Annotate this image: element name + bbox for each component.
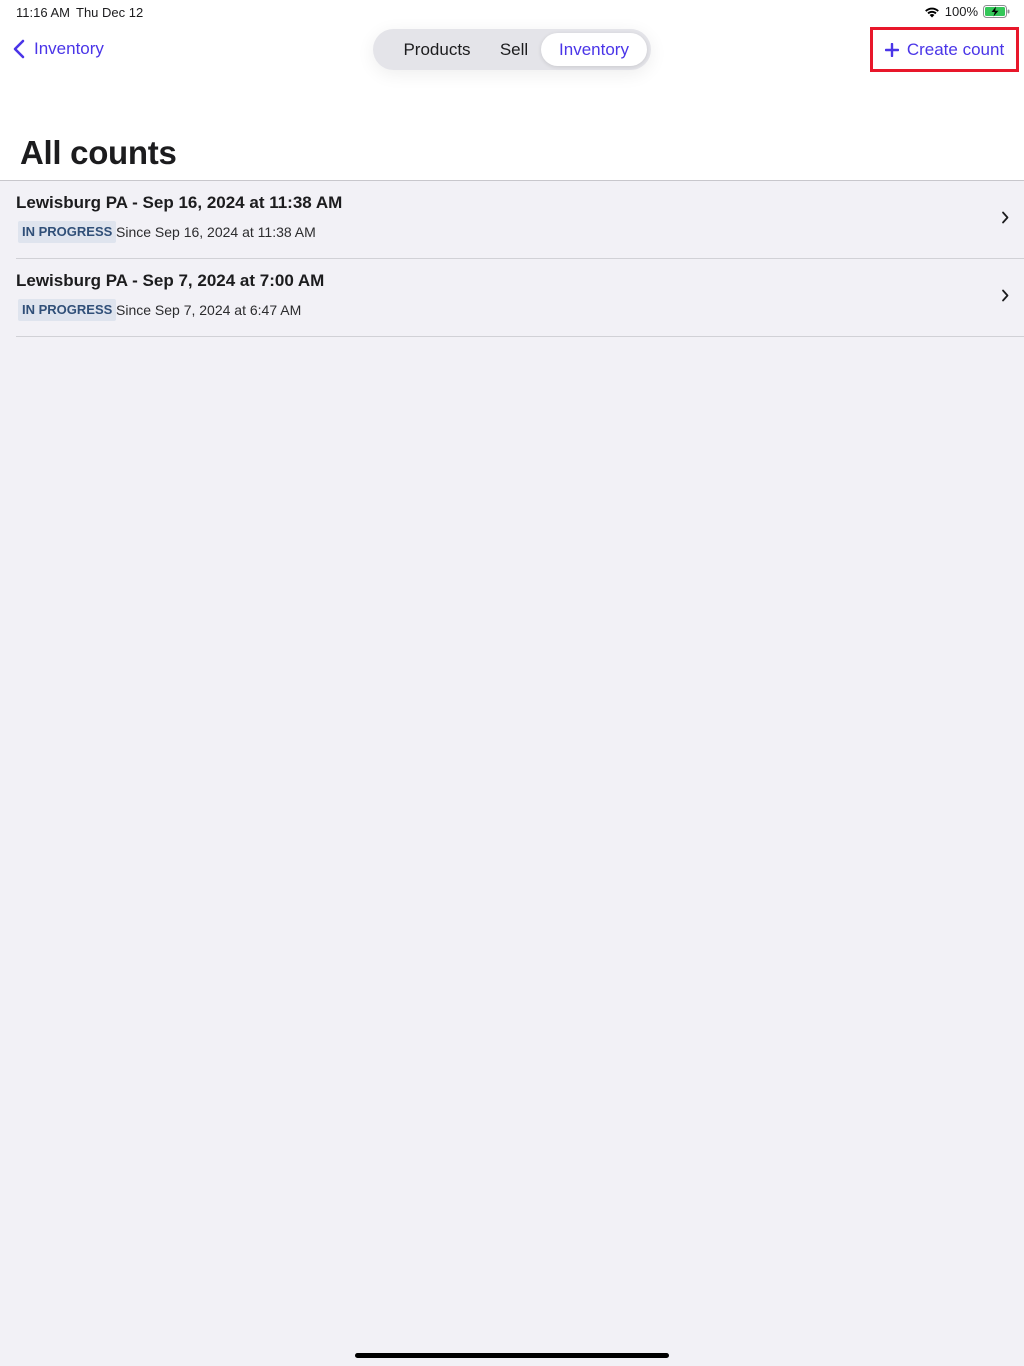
plus-icon [884, 42, 899, 57]
chevron-left-icon [13, 39, 25, 59]
page-title: All counts [20, 134, 177, 171]
status-indicators: 100% [924, 4, 1010, 19]
battery-percent: 100% [944, 4, 978, 19]
segment-products[interactable]: Products [381, 33, 493, 66]
segment-sell[interactable]: Sell [493, 33, 535, 66]
create-count-button[interactable]: Create count [870, 27, 1019, 72]
status-bar: 11:16 AM Thu Dec 12 100% [0, 0, 1024, 24]
chevron-right-icon [1002, 211, 1009, 224]
battery-charging-icon [983, 5, 1010, 18]
count-since: Since Sep 16, 2024 at 11:38 AM [116, 224, 316, 240]
home-indicator[interactable] [355, 1353, 669, 1358]
segment-inventory[interactable]: Inventory [541, 33, 647, 66]
status-badge: IN PROGRESS [18, 299, 117, 321]
count-row[interactable]: Lewisburg PA - Sep 7, 2024 at 7:00 AM IN… [16, 259, 1024, 337]
count-title: Lewisburg PA - Sep 16, 2024 at 11:38 AM [16, 193, 343, 212]
count-row[interactable]: Lewisburg PA - Sep 16, 2024 at 11:38 AM … [16, 181, 1024, 259]
segmented-control: Products Sell Inventory [373, 29, 651, 70]
status-date: Thu Dec 12 [76, 5, 144, 20]
status-badge: IN PROGRESS [18, 221, 117, 243]
back-button[interactable]: Inventory [12, 36, 104, 62]
wifi-icon [924, 7, 939, 17]
count-title: Lewisburg PA - Sep 7, 2024 at 7:00 AM [16, 271, 325, 290]
create-count-label: Create count [906, 39, 1005, 59]
chevron-right-icon [1002, 289, 1009, 302]
status-time: 11:16 AM [16, 5, 70, 20]
count-list: Lewisburg PA - Sep 16, 2024 at 11:38 AM … [0, 181, 1024, 337]
count-since: Since Sep 7, 2024 at 6:47 AM [116, 302, 302, 318]
back-button-label: Inventory [34, 39, 104, 58]
